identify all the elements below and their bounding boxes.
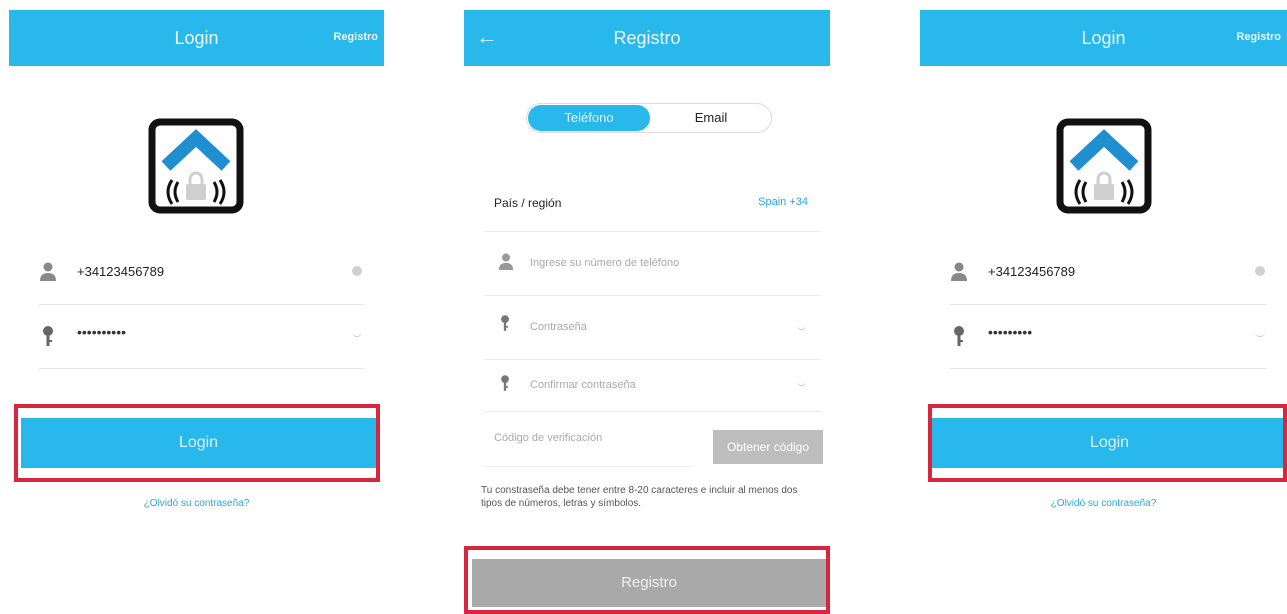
page-title: Login (174, 28, 219, 48)
password-placeholder: Contraseña (530, 321, 587, 333)
phone-field[interactable]: +34123456789 (950, 240, 1267, 305)
password-hint: Tu constraseña debe tener entre 8-20 car… (481, 485, 798, 509)
forgot-password-link[interactable]: ¿Olvidó su contraseña? (920, 498, 1287, 509)
register-link[interactable]: Registro (1236, 31, 1281, 43)
confirm-password-field[interactable]: Confirmar contraseña (484, 359, 822, 412)
eye-icon[interactable] (352, 331, 362, 337)
password-field[interactable]: ••••••••• (950, 304, 1267, 369)
password-value: •••••••••• (77, 324, 127, 340)
country-label: País / región (494, 196, 562, 210)
login-screen-1: Login Registro +34123456789 •••••••••• L… (9, 0, 384, 614)
user-icon (951, 262, 967, 281)
register-link[interactable]: Registro (333, 31, 378, 43)
phone-field[interactable]: +34123456789 (39, 240, 364, 305)
login-button[interactable]: Login (21, 418, 376, 468)
register-button[interactable]: Registro (472, 559, 826, 607)
login-screen-2: Login Registro +34123456789 ••••••••• Lo… (920, 0, 1287, 614)
page-title: Login (1081, 28, 1126, 48)
get-code-button[interactable]: Obtener código (713, 430, 823, 464)
header: Login Registro (9, 10, 384, 66)
app-logo (1056, 118, 1152, 214)
country-selector[interactable]: País / región Spain +34 (484, 176, 822, 232)
signup-method-toggle: Teléfono Email (526, 103, 772, 133)
user-icon (498, 253, 514, 270)
confirm-placeholder: Confirmar contraseña (530, 379, 636, 391)
phone-number-field[interactable]: Ingrese su número de teléfono (484, 231, 822, 296)
password-value: ••••••••• (988, 324, 1033, 340)
user-icon (40, 262, 56, 281)
verification-code-field[interactable]: Código de verificación (484, 424, 692, 467)
country-value: Spain +34 (758, 196, 808, 208)
eye-icon[interactable] (1255, 331, 1265, 337)
key-icon (501, 375, 509, 391)
login-button[interactable]: Login (932, 418, 1287, 468)
code-placeholder: Código de verificación (494, 432, 603, 444)
clear-icon[interactable] (352, 266, 362, 276)
key-icon (43, 326, 53, 346)
phone-value: +34123456789 (988, 264, 1076, 279)
eye-icon[interactable] (797, 381, 806, 386)
key-icon (954, 326, 964, 346)
header: ← Registro (464, 10, 830, 66)
page-title: Registro (613, 28, 681, 48)
register-screen: ← Registro Teléfono Email País / región … (464, 0, 830, 614)
password-field[interactable]: Contraseña (484, 295, 822, 360)
app-logo (148, 118, 244, 214)
eye-icon[interactable] (797, 325, 806, 330)
forgot-password-link[interactable]: ¿Olvidó su contraseña? (9, 498, 384, 509)
phone-placeholder: Ingrese su número de teléfono (530, 257, 680, 269)
phone-value: +34123456789 (77, 264, 165, 279)
password-field[interactable]: •••••••••• (39, 304, 364, 369)
clear-icon[interactable] (1255, 266, 1265, 276)
tab-phone[interactable]: Teléfono (528, 105, 650, 131)
tab-email[interactable]: Email (652, 105, 770, 131)
header: Login Registro (920, 10, 1287, 66)
key-icon (501, 315, 509, 331)
